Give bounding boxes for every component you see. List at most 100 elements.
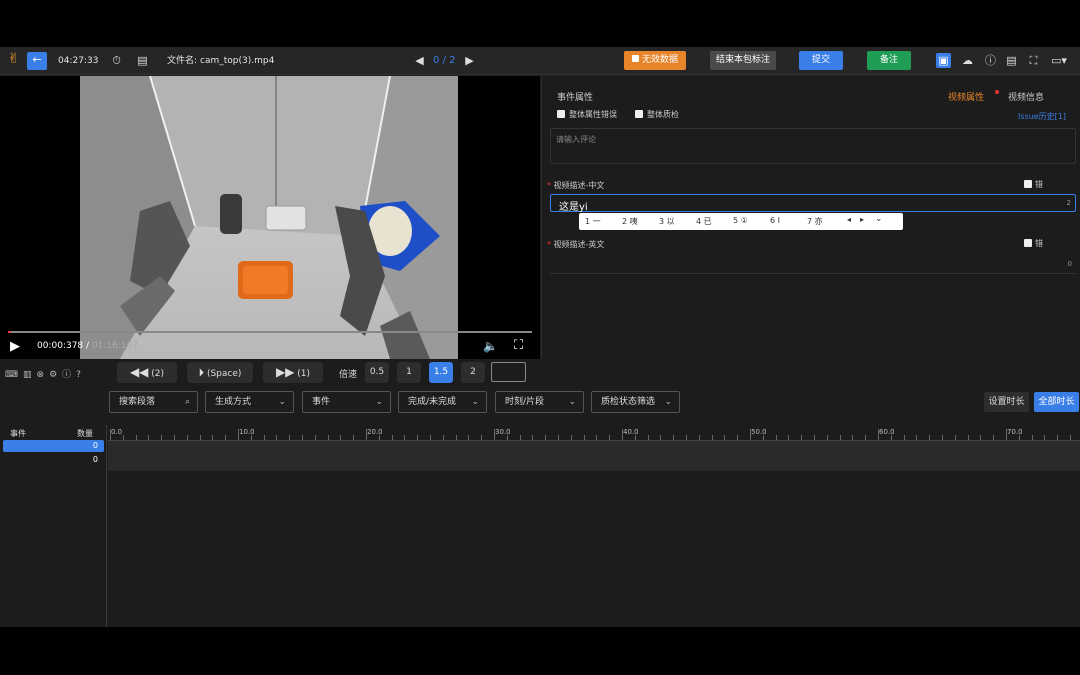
custom-speed-input[interactable] xyxy=(491,362,526,382)
ruler-tick xyxy=(660,435,662,440)
ime-prev-icon[interactable]: ◂ xyxy=(847,215,851,224)
save-icon[interactable]: ▣ xyxy=(936,53,951,68)
ruler-tick xyxy=(314,435,316,440)
end-package-button[interactable]: 结束本包标注 xyxy=(710,51,776,70)
event-row[interactable]: 0 xyxy=(3,454,104,466)
progress-bar[interactable] xyxy=(8,331,532,333)
ruler-tick xyxy=(609,435,611,440)
invalid-data-label: 无效数据 xyxy=(641,55,678,65)
ime-candidate[interactable]: 6 Ⅰ xyxy=(770,216,780,225)
gen-mode-select[interactable]: 生成方式 ⌄ xyxy=(205,391,294,413)
chevron-down-icon: ⌄ xyxy=(375,397,383,407)
play-button[interactable]: ⏵ (Space) xyxy=(187,362,253,383)
play-circle-icon: ⏵ xyxy=(198,366,205,379)
complete-select[interactable]: 完成/未完成 ⌄ xyxy=(398,391,487,413)
chevron-down-icon: ⌄ xyxy=(471,397,479,407)
all-duration-button[interactable]: 全部时长 xyxy=(1034,392,1079,412)
desc-cn-wrong-checkbox[interactable] xyxy=(1024,180,1032,188)
forward-button[interactable]: ▶▶ (1) xyxy=(263,362,323,383)
remark-button[interactable]: 备注 xyxy=(867,51,911,70)
timeline-track[interactable] xyxy=(108,441,1080,471)
desc-en-input[interactable]: 0 xyxy=(550,256,1076,274)
ruler-tick xyxy=(455,435,457,440)
qc-filter-select[interactable]: 质检状态筛选 ⌄ xyxy=(591,391,680,413)
ruler-tick xyxy=(954,435,956,440)
ruler-tick xyxy=(711,435,713,440)
back-icon[interactable]: ← xyxy=(27,52,47,70)
ime-candidate[interactable]: 7 亦 xyxy=(807,216,823,227)
ruler-tick xyxy=(430,435,431,440)
ime-candidate[interactable]: 1 一 xyxy=(585,216,601,227)
speed-option[interactable]: 1.5 xyxy=(429,362,453,383)
forward-label: (1) xyxy=(297,369,311,379)
event-row[interactable]: 0 xyxy=(3,440,104,452)
cancel-icon[interactable]: ⊗ xyxy=(37,370,50,380)
play-label: (Space) xyxy=(206,369,242,379)
chevron-down-icon: ⌄ xyxy=(278,397,286,407)
cloud-icon[interactable]: ☁ xyxy=(960,53,975,68)
ruler-tick xyxy=(929,435,931,440)
ruler-tick xyxy=(199,435,201,440)
keyboard-icon[interactable]: ⌨ xyxy=(5,370,23,380)
ruler-tick xyxy=(942,435,943,440)
ruler-tick xyxy=(801,435,803,440)
event-select[interactable]: 事件 ⌄ xyxy=(302,391,391,413)
ime-candidate[interactable]: 4 已 xyxy=(696,216,712,227)
ime-candidate[interactable]: 5 ① xyxy=(733,216,748,225)
speed-option[interactable]: 0.5 xyxy=(365,362,389,383)
ruler-tick xyxy=(1044,435,1046,440)
ime-candidate[interactable]: 3 以 xyxy=(659,216,675,227)
time-seg-select[interactable]: 时刻/片段 ⌄ xyxy=(495,391,584,413)
overall-qc-checkbox[interactable] xyxy=(635,110,643,118)
tool-icons: ⌨▥⊗⚙ⓘ? xyxy=(5,367,86,380)
tab-video-info[interactable]: 视频信息 xyxy=(1008,90,1044,103)
ruler-tick xyxy=(826,435,828,440)
ime-candidate[interactable]: 2 咦 xyxy=(622,216,638,227)
speed-option[interactable]: 1 xyxy=(397,362,421,383)
desc-cn-input[interactable]: 这是yi 2 xyxy=(550,194,1076,213)
issue-history-link[interactable]: Issue历史[1] xyxy=(1018,111,1066,122)
stopwatch-icon[interactable]: ⏱ xyxy=(109,53,124,68)
ruler-tick xyxy=(353,435,355,440)
video-fullscreen-icon[interactable]: ⛶ xyxy=(514,338,523,353)
ruler-tick xyxy=(558,435,559,440)
timeline-ruler[interactable]: 0.0 10.0 20.0 30.0 40.0 50.0 60.0 70.0 xyxy=(108,425,1080,441)
document-icon[interactable]: ▤ xyxy=(1004,53,1019,68)
overall-error-checkbox[interactable] xyxy=(557,110,565,118)
timeline-canvas[interactable] xyxy=(108,471,1080,627)
clipboard-icon[interactable]: ▤ xyxy=(135,53,150,68)
volume-icon[interactable]: 🔈 xyxy=(483,339,498,353)
video-player[interactable]: ▶ 00:00:378 / 01:16:167 🔈 ⛶ xyxy=(0,76,540,359)
fullscreen-icon[interactable]: ⛶ xyxy=(1026,53,1041,68)
qc-filter-value: 质检状态筛选 xyxy=(601,397,656,407)
desc-en-wrong-checkbox[interactable] xyxy=(1024,239,1032,247)
ime-expand-icon[interactable]: ⌄ xyxy=(875,214,883,224)
ime-candidate-bar[interactable]: 1 一 2 咦 3 以 4 已 5 ① 6 Ⅰ 7 亦 ◂ ▸ ⌄ xyxy=(579,213,903,230)
next-page-icon[interactable]: ▶ xyxy=(462,53,477,68)
comment-input[interactable]: 请输入评论 xyxy=(550,128,1076,164)
set-duration-button[interactable]: 设置时长 xyxy=(984,392,1029,412)
search-input[interactable]: 搜索段落 ⌕ xyxy=(109,391,198,413)
more-menu-icon[interactable]: ▭▾ xyxy=(1048,53,1070,68)
ruler-tick xyxy=(775,435,777,440)
ruler-tick xyxy=(174,435,175,440)
play-icon[interactable]: ▶ xyxy=(10,339,20,354)
speed-label: 倍速 xyxy=(339,370,358,380)
ruler-tick xyxy=(673,435,675,440)
ruler-tick xyxy=(391,435,393,440)
prev-page-icon[interactable]: ◀ xyxy=(412,53,427,68)
ime-next-icon[interactable]: ▸ xyxy=(860,215,864,224)
chart-icon[interactable]: ▥ xyxy=(23,370,37,380)
help-icon[interactable]: ? xyxy=(76,370,86,380)
submit-button[interactable]: 提交 xyxy=(799,51,843,70)
invalid-data-button[interactable]: 无效数据 xyxy=(624,51,686,70)
desc-cn-count: 2 xyxy=(1066,199,1071,207)
ruler-tick xyxy=(340,435,342,440)
settings-icon[interactable]: ⚙ xyxy=(49,370,62,380)
speed-option[interactable]: 2 xyxy=(461,362,485,383)
event-row-count: 0 xyxy=(92,441,98,450)
info-icon[interactable]: ⓘ xyxy=(983,53,998,68)
rewind-button[interactable]: ◀◀ (2) xyxy=(117,362,177,383)
alert-icon[interactable]: ⓘ xyxy=(62,370,76,380)
tab-video-attr[interactable]: 视频属性 xyxy=(948,90,984,103)
